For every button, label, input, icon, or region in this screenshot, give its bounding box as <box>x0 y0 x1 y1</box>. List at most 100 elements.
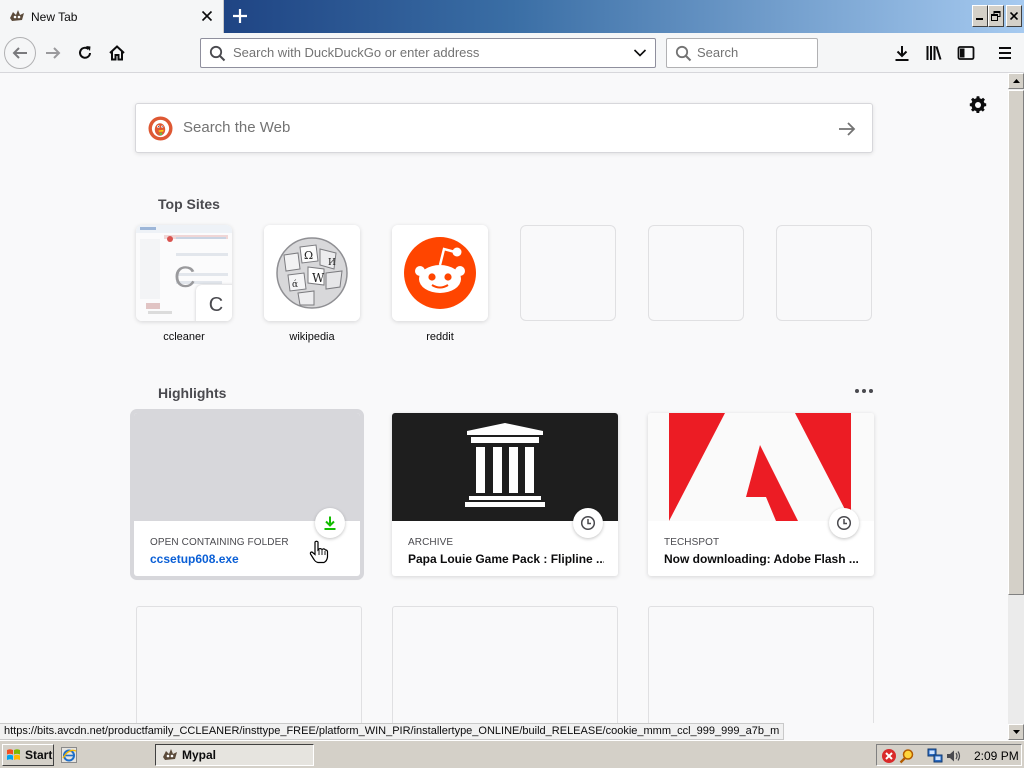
arrow-right-icon[interactable] <box>836 118 858 140</box>
web-search-box[interactable] <box>135 103 873 153</box>
status-bar-url: https://bits.avcdn.net/productfamily_CCL… <box>0 723 785 740</box>
download-badge <box>315 508 345 538</box>
highlight-source[interactable]: OPEN CONTAINING FOLDER <box>150 537 289 548</box>
top-site-ccleaner[interactable]: C C ccleaner <box>136 225 232 343</box>
history-badge <box>573 508 603 538</box>
taskbar-item-label: Mypal <box>182 748 217 762</box>
sidebar-button[interactable] <box>951 38 981 68</box>
svg-text:W: W <box>312 271 325 285</box>
system-tray: 2:09 PM <box>876 744 1022 766</box>
wikipedia-globe-icon: Ω W И ά <box>264 225 360 321</box>
highlight-card-download[interactable]: OPEN CONTAINING FOLDER ccsetup608.exe <box>134 413 360 576</box>
start-label: Start <box>25 748 53 762</box>
empty-tile <box>776 225 872 321</box>
empty-tile <box>520 225 616 321</box>
highlight-source[interactable]: ARCHIVE <box>408 537 453 548</box>
reload-button[interactable] <box>70 38 100 68</box>
close-tab-icon[interactable] <box>199 8 215 24</box>
scroll-down-icon <box>1012 730 1020 734</box>
back-button[interactable] <box>4 37 36 69</box>
magnifier-tray-icon[interactable] <box>899 748 915 764</box>
top-site-label: wikipedia <box>289 331 335 343</box>
scroll-down-button[interactable] <box>1008 724 1024 740</box>
network-icon[interactable] <box>927 748 943 764</box>
top-site-tile[interactable]: C C <box>136 225 232 321</box>
search-bar[interactable] <box>666 38 818 68</box>
highlight-source[interactable]: TECHSPOT <box>664 537 719 548</box>
sidebar-icon <box>957 46 975 60</box>
highlight-thumbnail <box>392 413 618 521</box>
gear-icon[interactable] <box>967 94 989 116</box>
navigation-toolbar <box>0 33 1024 73</box>
more-options-icon[interactable] <box>852 383 876 399</box>
mypal-app-icon <box>163 749 177 760</box>
top-site-tile[interactable]: Ω W И ά <box>264 225 360 321</box>
highlight-placeholder <box>136 606 362 723</box>
highlight-thumbnail <box>134 413 360 521</box>
address-input[interactable] <box>233 45 623 60</box>
volume-icon[interactable] <box>945 748 961 764</box>
vertical-scrollbar[interactable] <box>1008 73 1024 740</box>
reload-icon <box>79 46 91 59</box>
library-icon <box>926 46 942 60</box>
archive-building-logo-icon <box>465 423 545 507</box>
tab-new-tab[interactable]: New Tab <box>0 0 224 33</box>
highlight-title[interactable]: Now downloading: Adobe Flash ... <box>664 552 860 566</box>
tab-title: New Tab <box>31 10 78 24</box>
taskbar: Start Mypal 2:09 PM <box>0 740 1024 768</box>
ie-quicklaunch-icon[interactable] <box>61 747 77 763</box>
chevron-down-icon[interactable] <box>633 48 647 58</box>
scrollbar-thumb[interactable] <box>1008 90 1024 595</box>
scroll-up-button[interactable] <box>1008 73 1024 89</box>
duckduckgo-logo-icon <box>148 116 173 141</box>
arrow-right-icon <box>46 47 61 59</box>
highlight-card-archive[interactable]: ARCHIVE Papa Louie Game Pack : Flipline … <box>392 413 618 576</box>
address-bar[interactable] <box>200 38 656 68</box>
clock-icon <box>580 515 596 531</box>
home-button[interactable] <box>102 38 132 68</box>
history-badge <box>829 508 859 538</box>
highlight-title[interactable]: Papa Louie Game Pack : Flipline ... <box>408 552 604 566</box>
start-button[interactable]: Start <box>2 744 54 766</box>
svg-text:Ω: Ω <box>304 249 313 262</box>
download-icon <box>895 46 909 61</box>
security-alert-icon[interactable] <box>881 748 897 764</box>
download-icon <box>324 516 336 530</box>
highlight-placeholder <box>392 606 618 723</box>
scroll-up-icon <box>1012 79 1020 83</box>
search-input[interactable] <box>697 45 807 60</box>
minimize-icon <box>976 18 983 20</box>
highlight-placeholder <box>648 606 874 723</box>
restore-button[interactable] <box>988 5 1004 27</box>
top-site-label: reddit <box>426 331 454 343</box>
top-site-reddit[interactable]: reddit <box>392 225 488 343</box>
top-site-wikipedia[interactable]: Ω W И ά wikipedia <box>264 225 360 343</box>
close-window-icon <box>1010 12 1018 20</box>
highlight-thumbnail <box>648 413 874 521</box>
svg-text:И: И <box>328 258 336 268</box>
mypal-favicon-icon <box>10 10 24 21</box>
top-sites-heading: Top Sites <box>158 196 220 212</box>
new-tab-page: Top Sites C C ccleaner <box>0 73 1008 723</box>
new-tab-plus-icon[interactable] <box>228 4 252 28</box>
library-button[interactable] <box>919 38 949 68</box>
menu-button[interactable] <box>990 38 1020 68</box>
search-icon <box>675 45 692 62</box>
windows-logo-icon <box>7 749 20 760</box>
hand-cursor-icon <box>309 540 329 564</box>
downloads-button[interactable] <box>887 38 917 68</box>
highlight-card-techspot[interactable]: TECHSPOT Now downloading: Adobe Flash ..… <box>648 413 874 576</box>
clock[interactable]: 2:09 PM <box>974 749 1019 763</box>
minimize-button[interactable] <box>972 5 988 27</box>
hamburger-menu-icon <box>999 47 1011 59</box>
top-site-tile[interactable] <box>392 225 488 321</box>
empty-tile <box>648 225 744 321</box>
svg-text:ά: ά <box>292 279 298 290</box>
close-window-button[interactable] <box>1006 5 1022 27</box>
search-icon <box>209 45 226 62</box>
top-site-label: ccleaner <box>163 331 205 343</box>
taskbar-item-mypal[interactable]: Mypal <box>155 744 314 766</box>
top-site-empty-slot <box>520 225 616 321</box>
web-search-input[interactable] <box>183 119 823 136</box>
forward-button[interactable] <box>38 38 68 68</box>
